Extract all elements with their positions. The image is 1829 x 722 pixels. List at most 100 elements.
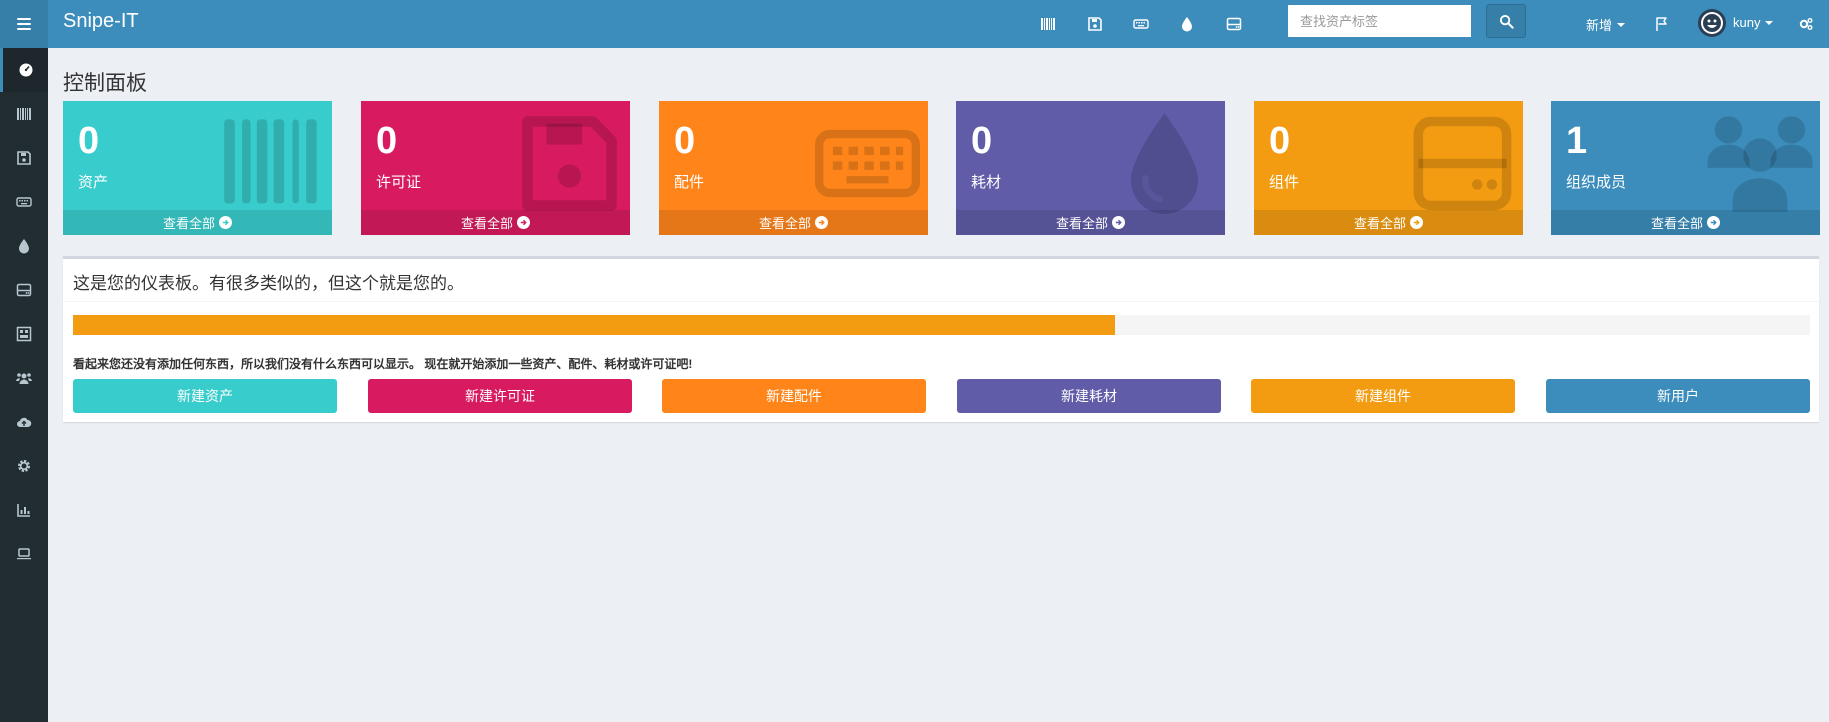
view-all-label: 查看全部	[1650, 216, 1703, 231]
sidebar-item-settings[interactable]	[0, 444, 48, 488]
reports-icon	[17, 504, 30, 517]
sidebar-item-assets[interactable]	[0, 92, 48, 136]
sidebar-item-people[interactable]	[0, 356, 48, 400]
sidebar-item-import[interactable]	[0, 400, 48, 444]
welcome-panel: 这是您的仪表板。有很多类似的，但这个就是您的。 看起来您还没有添加任何东西，所以…	[63, 256, 1819, 422]
stat-label: 耗材	[971, 174, 1002, 191]
sidebar	[0, 48, 48, 722]
page-title: 控制面板	[63, 72, 147, 95]
stat-count: 0	[78, 120, 100, 162]
drop-icon	[1130, 113, 1199, 214]
arrow-circle-right-icon	[219, 216, 232, 229]
hamburger-icon	[17, 18, 31, 30]
panel-title: 这是您的仪表板。有很多类似的，但这个就是您的。	[73, 274, 464, 293]
user-name: kuny	[1733, 15, 1761, 30]
avatar[interactable]	[1698, 9, 1726, 37]
hdd-icon	[16, 283, 32, 297]
view-all-link[interactable]: 查看全部	[63, 210, 332, 235]
view-all-link[interactable]: 查看全部	[659, 210, 928, 235]
user-menu[interactable]: kuny	[1733, 15, 1774, 30]
stat-box-components: 0 组件 查看全部	[1254, 101, 1523, 235]
hdd-icon[interactable]	[1224, 14, 1244, 34]
new-dropdown[interactable]: 新增	[1586, 15, 1626, 34]
search-button[interactable]	[1486, 4, 1526, 38]
sidebar-item-requestable[interactable]	[0, 532, 48, 576]
caret-down-icon	[1617, 22, 1626, 27]
new-component-button[interactable]: 新建组件	[1251, 379, 1515, 413]
arrow-circle-right-icon	[517, 216, 530, 229]
new-asset-button[interactable]: 新建资产	[73, 379, 337, 413]
top-navbar: Snipe-IT 新增 kuny	[0, 0, 1829, 48]
sidebar-item-components[interactable]	[0, 268, 48, 312]
arrow-circle-right-icon	[1410, 216, 1423, 229]
sidebar-item-kits[interactable]	[0, 312, 48, 356]
stat-box-assets: 0 资产 查看全部	[63, 101, 332, 235]
stat-label: 组织成员	[1566, 174, 1627, 191]
stat-box-licenses: 0 许可证 查看全部	[361, 101, 630, 235]
empty-state-message: 看起来您还没有添加任何东西，所以我们没有什么东西可以显示。 现在就开始添加一些资…	[73, 357, 693, 371]
stat-count: 0	[376, 120, 398, 162]
progress-bar-fill	[73, 315, 1116, 335]
new-consumable-button[interactable]: 新建耗材	[957, 379, 1221, 413]
arrow-circle-right-icon	[815, 216, 828, 229]
sidebar-item-dashboard[interactable]	[0, 48, 48, 92]
stat-count: 0	[1269, 120, 1291, 162]
sidebar-item-reports[interactable]	[0, 488, 48, 532]
sidebar-toggle-button[interactable]	[0, 0, 48, 48]
stat-count: 0	[971, 120, 993, 162]
hdd-icon	[1413, 116, 1512, 211]
divider	[63, 301, 1819, 302]
cloud-upload-icon	[17, 417, 32, 427]
stat-count: 0	[674, 120, 696, 162]
keyboard-icon	[815, 129, 920, 198]
sidebar-item-licenses[interactable]	[0, 136, 48, 180]
new-user-button[interactable]: 新用户	[1546, 379, 1810, 413]
brand-name[interactable]: Snipe-IT	[63, 10, 139, 33]
arrow-circle-right-icon	[1112, 216, 1125, 229]
stat-label: 组件	[1269, 174, 1300, 191]
stat-box-consumables: 0 耗材 查看全部	[956, 101, 1225, 235]
view-all-link[interactable]: 查看全部	[361, 210, 630, 235]
view-all-label: 查看全部	[758, 216, 811, 231]
floppy-icon[interactable]	[1085, 14, 1105, 34]
search-icon	[1499, 14, 1514, 29]
keyboard-icon[interactable]	[1131, 14, 1151, 34]
stat-box-accessories: 0 配件 查看全部	[659, 101, 928, 235]
flag-icon[interactable]	[1652, 14, 1672, 34]
laptop-icon	[17, 548, 31, 560]
keyboard-icon	[16, 197, 32, 207]
view-all-label: 查看全部	[460, 216, 513, 231]
new-dropdown-label: 新增	[1586, 18, 1613, 33]
stat-label: 配件	[674, 174, 705, 191]
view-all-link[interactable]: 查看全部	[956, 210, 1225, 235]
stat-count: 1	[1566, 120, 1588, 162]
progress-bar	[73, 315, 1810, 335]
new-license-button[interactable]: 新建许可证	[368, 379, 632, 413]
admin-settings-icon[interactable]	[1796, 14, 1816, 34]
view-all-link[interactable]: 查看全部	[1551, 210, 1820, 235]
sidebar-item-accessories[interactable]	[0, 180, 48, 224]
asset-tag-search-input[interactable]	[1288, 5, 1471, 37]
view-all-label: 查看全部	[1055, 216, 1108, 231]
users-icon	[16, 373, 32, 384]
stat-box-people: 1 组织成员 查看全部	[1551, 101, 1820, 235]
view-all-link[interactable]: 查看全部	[1254, 210, 1523, 235]
sidebar-item-consumables[interactable]	[0, 224, 48, 268]
barcode-icon[interactable]	[1038, 14, 1058, 34]
caret-down-icon	[1765, 20, 1774, 25]
dashboard-icon	[19, 63, 32, 77]
view-all-label: 查看全部	[162, 216, 215, 231]
floppy-icon	[522, 116, 617, 211]
view-all-label: 查看全部	[1353, 216, 1406, 231]
stat-label: 资产	[78, 174, 109, 191]
drop-icon	[19, 239, 29, 254]
kit-icon	[16, 326, 32, 342]
barcode-icon	[17, 108, 31, 120]
arrow-circle-right-icon	[1707, 216, 1720, 229]
floppy-icon	[17, 151, 31, 165]
drop-icon[interactable]	[1177, 14, 1197, 34]
barcode-icon	[224, 119, 317, 204]
new-accessory-button[interactable]: 新建配件	[662, 379, 926, 413]
settings-icon	[18, 460, 30, 472]
stat-label: 许可证	[376, 174, 422, 191]
